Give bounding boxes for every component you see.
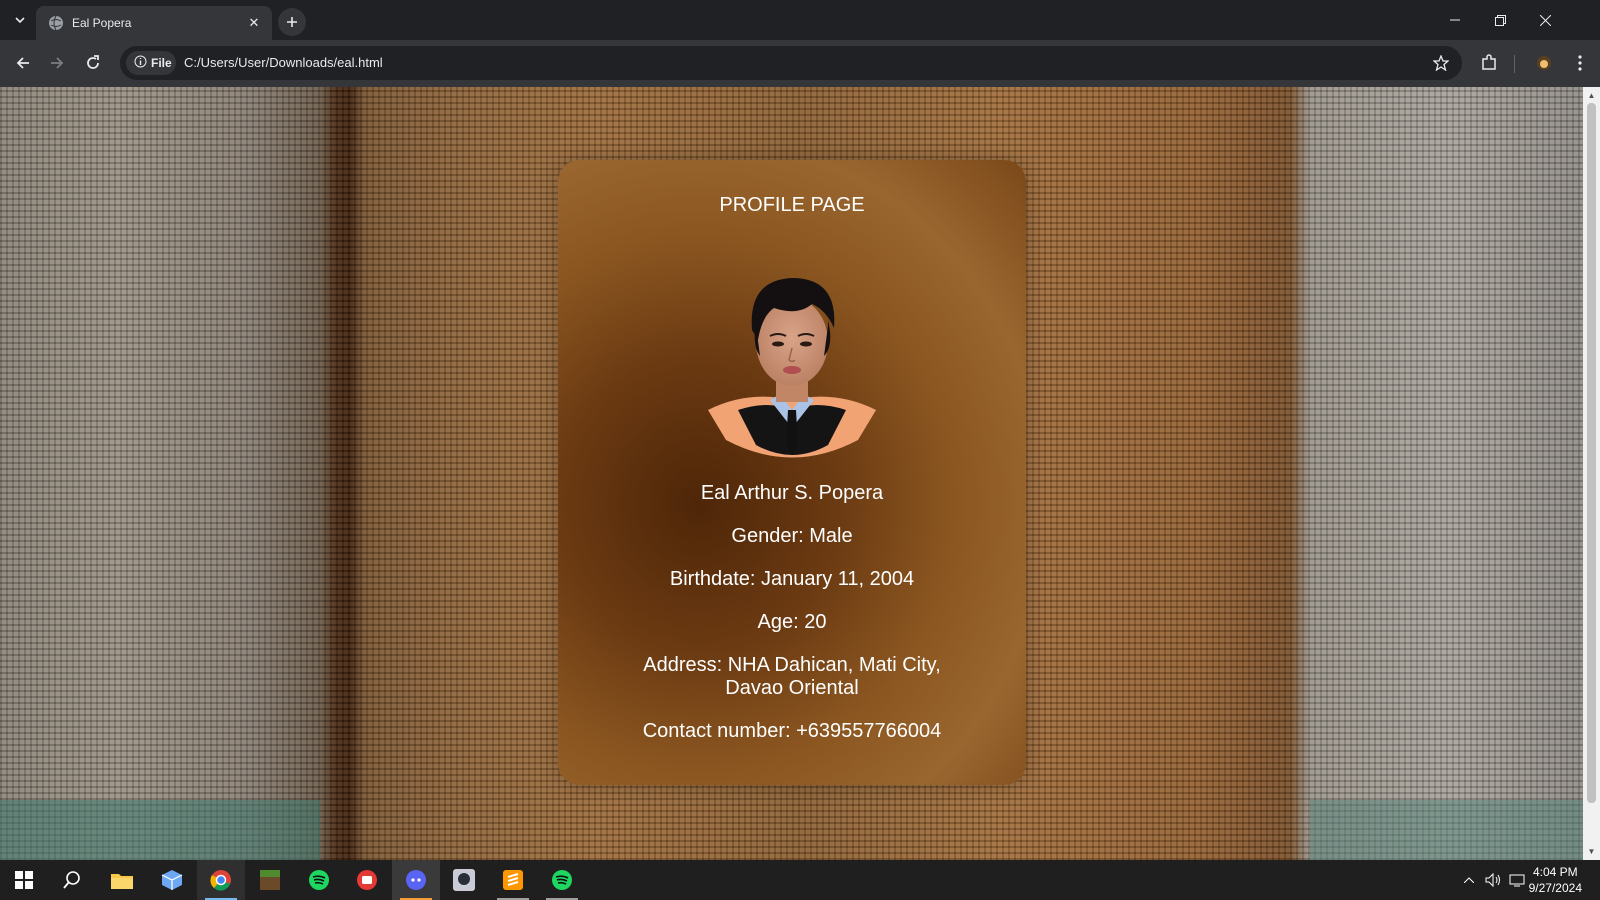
game-character-icon[interactable]: [440, 860, 488, 900]
profile-name: Eal Arthur S. Popera: [700, 482, 884, 504]
tab-search-chevron-icon[interactable]: [8, 8, 32, 32]
scheme-label: File: [151, 56, 172, 70]
info-icon: [134, 55, 147, 71]
profile-contact: Contact number: +639557766004: [642, 720, 942, 742]
search-icon[interactable]: [48, 860, 96, 900]
profile-birthdate: Birthdate: January 11, 2004: [669, 568, 915, 590]
app-cube-icon[interactable]: [148, 860, 196, 900]
volume-icon[interactable]: [1482, 860, 1504, 900]
clock-time: 4:04 PM: [1532, 865, 1578, 879]
extensions-puzzle-icon[interactable]: [1475, 49, 1503, 77]
address-bar[interactable]: File C:/Users/User/Downloads/eal.html: [120, 46, 1462, 80]
profile-gender: Gender: Male: [731, 525, 853, 547]
profile-address: Address: NHA Dahican, Mati City, Davao O…: [598, 654, 986, 700]
page-title: PROFILE PAGE: [719, 194, 865, 216]
scrollbar-thumb[interactable]: [1587, 103, 1596, 803]
file-explorer-icon[interactable]: [98, 860, 146, 900]
close-window-icon[interactable]: [1522, 0, 1568, 40]
restore-window-icon[interactable]: [1477, 0, 1523, 40]
background-teal-band: [0, 800, 1583, 860]
url-text[interactable]: C:/Users/User/Downloads/eal.html: [184, 55, 383, 70]
start-icon[interactable]: [0, 860, 48, 900]
clock-date: 9/27/2024: [1528, 881, 1582, 895]
spotify-icon-second[interactable]: [538, 860, 586, 900]
profile-card: PROFILE PAGE Eal Arthur S. Popera Gender…: [558, 160, 1026, 785]
globe-icon: [48, 15, 64, 31]
chrome-icon[interactable]: [197, 860, 245, 900]
tab-strip: Eal Popera ✕: [0, 0, 1600, 40]
profile-age: Age: 20: [757, 611, 827, 633]
scroll-up-arrow-icon[interactable]: ▲: [1586, 90, 1597, 101]
app-red-icon[interactable]: [343, 860, 391, 900]
system-clock[interactable]: 4:04 PM 9/27/2024: [1529, 864, 1582, 896]
scroll-down-arrow-icon[interactable]: ▼: [1586, 846, 1597, 857]
browser-tab[interactable]: Eal Popera ✕: [36, 6, 272, 40]
network-icon[interactable]: [1506, 860, 1528, 900]
minecraft-icon[interactable]: [246, 860, 294, 900]
toolbar-separator: [1514, 55, 1515, 73]
minimize-window-icon[interactable]: [1432, 0, 1478, 40]
reload-icon[interactable]: [78, 48, 108, 78]
sublime-text-icon[interactable]: [489, 860, 537, 900]
browser-toolbar: File C:/Users/User/Downloads/eal.html: [0, 40, 1600, 87]
vertical-scrollbar[interactable]: ▲ ▼: [1583, 87, 1600, 860]
close-tab-icon[interactable]: ✕: [244, 13, 264, 33]
profile-address-line2: Davao Oriental: [725, 677, 859, 699]
windows-taskbar: 4:04 PM 9/27/2024: [0, 860, 1600, 900]
site-info-chip[interactable]: File: [126, 51, 176, 75]
profile-photo: [708, 278, 876, 458]
new-tab-button[interactable]: [278, 8, 306, 36]
tab-title: Eal Popera: [72, 16, 132, 30]
profile-avatar-icon[interactable]: [1530, 49, 1558, 77]
back-arrow-icon[interactable]: [8, 48, 38, 78]
kebab-menu-icon[interactable]: [1566, 49, 1594, 77]
profile-address-line1: Address: NHA Dahican, Mati City,: [643, 654, 941, 676]
page-viewport: PROFILE PAGE Eal Arthur S. Popera Gender…: [0, 87, 1583, 860]
bookmark-star-icon[interactable]: [1430, 52, 1452, 74]
forward-arrow-icon[interactable]: [42, 48, 72, 78]
discord-icon[interactable]: [392, 860, 440, 900]
show-hidden-icons-chevron-icon[interactable]: [1460, 860, 1478, 900]
spotify-icon[interactable]: [295, 860, 343, 900]
